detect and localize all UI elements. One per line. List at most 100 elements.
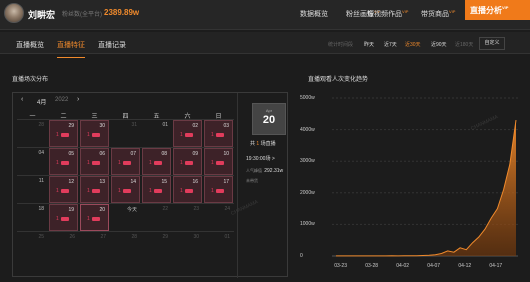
peak-popularity: 人气峰值 292.31w (246, 168, 283, 174)
live-tag-icon (215, 132, 224, 137)
tab-live-features[interactable]: 直播特征 (57, 40, 85, 58)
calendar-day-number: 25 (38, 234, 44, 240)
calendar-day-cell[interactable]: 08 1 (142, 148, 171, 175)
calendar-day-cell[interactable]: 29 1 (49, 120, 78, 147)
live-session-count: 1 (211, 159, 214, 166)
live-session-count: 1 (56, 131, 59, 138)
calendar-day-number: 08 (161, 151, 167, 157)
calendar-day-cell[interactable]: 26 (49, 232, 78, 259)
live-tag-icon (91, 216, 100, 221)
live-tag-icon (91, 132, 100, 137)
y-tick-label: 0 (300, 253, 303, 259)
live-session-count: 1 (87, 131, 90, 138)
live-session-badge: 1 (56, 159, 69, 166)
calendar-day-cell[interactable]: 23 (173, 204, 202, 231)
live-tag-icon (184, 188, 193, 193)
calendar-day-cell[interactable]: 16 1 (173, 176, 202, 203)
next-month-icon[interactable]: › (77, 96, 79, 103)
live-session-count: 1 (149, 159, 152, 166)
calendar-day-cell[interactable]: 11 (18, 176, 47, 203)
tab-live-overview[interactable]: 直播概览 (16, 40, 44, 50)
live-session-count: 1 (118, 187, 121, 194)
calendar-day-cell[interactable]: 12 1 (49, 176, 78, 203)
vip-badge: VIP (449, 9, 456, 14)
live-count-prefix: 共 (250, 141, 256, 147)
calendar-day-cell[interactable]: 30 (173, 232, 202, 259)
calendar-day-cell[interactable]: 01 (204, 232, 233, 259)
tab-live-records[interactable]: 直播记录 (98, 40, 126, 50)
calendar-day-cell[interactable]: 02 1 (173, 120, 202, 147)
live-tag-icon (91, 160, 100, 165)
calendar-day-cell[interactable]: 03 1 (204, 120, 233, 147)
range-label: 统计时间段 (328, 42, 354, 48)
prev-month-icon[interactable]: ‹ (21, 96, 23, 103)
calendar-day-cell[interactable]: 01 (142, 120, 171, 147)
live-count-text: 共 1 场直播 (250, 140, 276, 147)
calendar-day-number: 14 (130, 179, 136, 185)
calendar-day-cell[interactable]: 30 1 (80, 120, 109, 147)
nav-live-analysis-label: 直播分析 (470, 6, 502, 15)
calendar-title: 直播场次分布 (12, 77, 49, 83)
calendar-day-cell[interactable]: 19 1 (49, 204, 78, 231)
y-tick-label: 5000w (300, 95, 315, 101)
calendar-day-cell[interactable]: 07 1 (111, 148, 140, 175)
calendar-day-number: 05 (68, 151, 74, 157)
range-90d[interactable]: 近90天 (431, 41, 447, 48)
nav-short-video-item[interactable]: 短视频作品VIP (367, 9, 408, 19)
range-180d[interactable]: 近180天 (455, 41, 473, 48)
live-tag-icon (122, 188, 131, 193)
calendar-day-cell[interactable]: 09 1 (173, 148, 202, 175)
calendar-day-cell[interactable]: 29 (142, 232, 171, 259)
live-session-count: 1 (118, 159, 121, 166)
calendar-day-cell[interactable]: 17 1 (204, 176, 233, 203)
nav-goods[interactable]: 带货商品VIP (421, 9, 455, 19)
live-session-badge: 1 (180, 160, 193, 166)
chart-title: 直播观看人次变化趋势 (308, 77, 369, 83)
nav-overview[interactable]: 数据概览 (300, 9, 328, 19)
avatar[interactable] (4, 3, 24, 23)
x-tick-label: 04-12 (458, 263, 472, 269)
calendar-day-cell[interactable]: 15 1 (142, 176, 171, 203)
live-count-value: 1 (256, 141, 260, 147)
calendar-day-cell[interactable]: 28 (111, 232, 140, 259)
calendar-year: 2022 (55, 97, 69, 103)
calendar-day-cell[interactable]: 今天 (111, 204, 140, 231)
custom-range-button[interactable]: 自定义 (479, 37, 505, 50)
calendar-day-cell[interactable]: 22 (142, 204, 171, 231)
live-session-link[interactable]: 19:30:00场 > (246, 155, 275, 162)
calendar-day-cell[interactable]: 20 1 (80, 204, 109, 231)
live-session-count: 1 (180, 187, 183, 194)
calendar-day-cell[interactable]: 05 1 (49, 148, 78, 175)
top-bar: 刘畊宏 粉丝数(全平台) 2389.89w 数据概览 粉丝画像VIP 短视频作品… (0, 0, 530, 30)
calendar-day-number: 03 (223, 123, 229, 129)
calendar-day-cell[interactable]: 14 1 (111, 176, 140, 203)
calendar-day-cell[interactable]: 24 (204, 204, 233, 231)
x-tick-label: 04-07 (427, 263, 441, 269)
calendar-day-cell[interactable]: 10 1 (204, 148, 233, 175)
live-session-badge: 1 (149, 188, 162, 194)
calendar-day-cell[interactable]: 06 1 (80, 148, 109, 175)
calendar-day-cell[interactable]: 31 (111, 120, 140, 147)
calendar-day-number: 23 (193, 206, 199, 212)
peak-value: 292.31w (264, 168, 284, 174)
range-7d[interactable]: 近7天 (384, 41, 397, 48)
calendar-day-number: 29 (68, 123, 74, 129)
range-30d[interactable]: 近30天 (405, 41, 421, 48)
calendar-day-cell[interactable]: 28 (18, 120, 47, 147)
live-session-count: 1 (56, 159, 59, 166)
live-tag-icon (60, 160, 69, 165)
calendar-day-number: 15 (161, 179, 167, 185)
live-session-count: 1 (87, 159, 90, 166)
range-yesterday[interactable]: 昨天 (364, 41, 374, 48)
live-session-badge: 1 (149, 159, 162, 166)
calendar-day-cell[interactable]: 13 1 (80, 176, 109, 203)
calendar-day-cell[interactable]: 27 (80, 232, 109, 259)
nav-short-video-label: 短视频作品 (367, 11, 402, 18)
calendar-day-cell[interactable]: 25 (18, 232, 47, 259)
y-tick-label: 4000w (300, 126, 315, 133)
nav-live-analysis[interactable]: 直播分析VIP (465, 0, 530, 20)
calendar-day-number: 04 (38, 150, 44, 156)
calendar-day-cell[interactable]: 18 (18, 204, 47, 231)
y-tick-label: 1000w (300, 221, 315, 228)
calendar-day-cell[interactable]: 04 (18, 148, 47, 175)
